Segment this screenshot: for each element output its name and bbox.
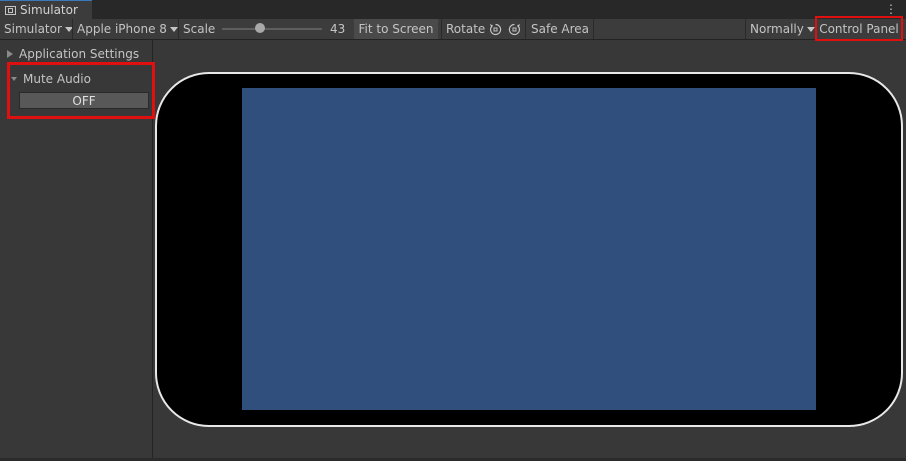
normally-dropdown[interactable]: Normally: [750, 19, 815, 39]
device-screen[interactable]: [242, 88, 816, 410]
divider: [178, 19, 179, 39]
window-icon: [5, 5, 16, 15]
scale-value: 43: [330, 22, 346, 36]
scale-slider[interactable]: [222, 28, 322, 30]
kebab-icon[interactable]: ⋮: [885, 2, 897, 16]
chevron-down-icon: [169, 26, 178, 32]
mode-label: Simulator: [4, 22, 62, 36]
device-dropdown[interactable]: Apple iPhone 8: [77, 19, 178, 39]
scale-label: Scale: [183, 22, 216, 36]
divider: [593, 19, 594, 39]
divider: [441, 19, 442, 39]
mute-audio-label: Mute Audio: [23, 72, 91, 86]
mute-audio-section: Mute Audio: [11, 72, 91, 86]
chevron-down-icon: [806, 26, 815, 32]
safe-area-toggle[interactable]: Safe Area: [531, 19, 589, 39]
divider: [745, 19, 746, 39]
scale-slider-handle[interactable]: [255, 23, 265, 33]
normally-label: Normally: [750, 22, 804, 36]
rotate-right-icon[interactable]: [508, 19, 521, 39]
divider: [72, 19, 73, 39]
application-settings-label: Application Settings: [19, 47, 140, 61]
chevron-down-icon: [11, 77, 17, 81]
fit-to-screen-button[interactable]: Fit to Screen: [354, 19, 438, 39]
tab-simulator[interactable]: Simulator: [0, 0, 92, 19]
toolbar: Simulator Apple iPhone 8 Scale 43 Fit to…: [0, 16, 906, 41]
device-label: Apple iPhone 8: [77, 22, 167, 36]
divider: [525, 19, 526, 39]
chevron-right-icon: [7, 50, 13, 58]
control-panel-button[interactable]: Control Panel: [815, 16, 903, 41]
mute-audio-highlight: [7, 62, 155, 119]
mute-audio-toggle[interactable]: OFF: [19, 92, 149, 109]
tab-bar: Simulator ⋮: [0, 0, 906, 19]
simulator-mode-dropdown[interactable]: Simulator: [4, 19, 73, 39]
rotate-label: Rotate: [446, 22, 486, 36]
application-settings-foldout[interactable]: Application Settings: [7, 47, 139, 61]
rotate-left-icon[interactable]: [489, 19, 502, 39]
tab-title: Simulator: [20, 3, 78, 17]
